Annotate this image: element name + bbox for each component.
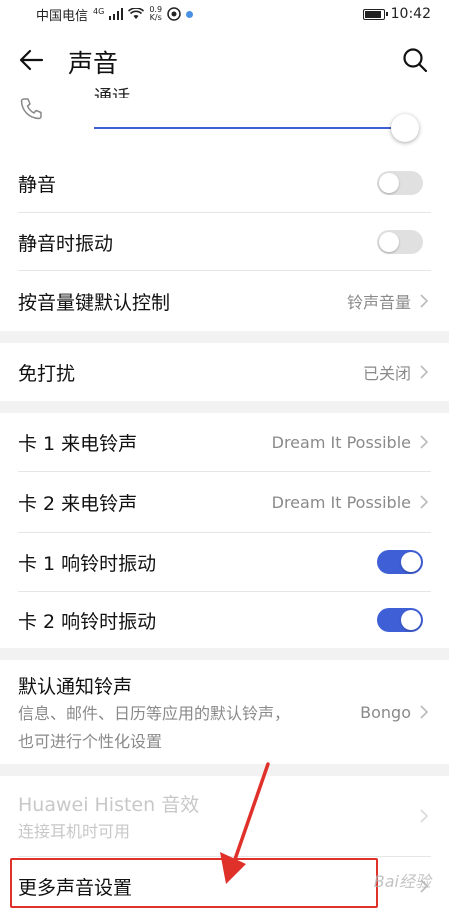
network-speed: 0.9 K/s	[149, 6, 162, 22]
toggle-knob	[401, 552, 421, 572]
notification-ringtone-desc-2: 也可进行个性化设置	[18, 732, 163, 751]
section-gap	[0, 401, 449, 413]
signal-icon	[109, 8, 124, 20]
network-type: 4G	[93, 6, 105, 16]
section-gap	[0, 331, 449, 343]
sim2-ringtone-label: 卡 2 来电铃声	[18, 492, 138, 515]
sim2-ringtone-value: Dream It Possible	[271, 492, 411, 512]
phone-icon	[20, 98, 42, 120]
call-volume-thumb[interactable]	[390, 114, 419, 142]
battery-fill	[364, 10, 381, 18]
toggle-knob	[379, 173, 399, 193]
status-left: 中国电信 4G 0.9 K/s	[36, 5, 194, 24]
back-button[interactable]	[16, 44, 48, 76]
chevron-right-icon	[420, 495, 429, 509]
vibrate-when-silent-toggle[interactable]	[377, 230, 423, 254]
app-header: 声音	[0, 30, 449, 90]
call-volume-row: 通话	[0, 87, 449, 152]
sim2-ringtone-row[interactable]: 卡 2 来电铃声 Dream It Possible	[0, 472, 449, 532]
speed-unit: K/s	[149, 13, 162, 22]
section-gap	[0, 764, 449, 776]
do-not-disturb-row[interactable]: 免打扰 已关闭	[0, 343, 449, 401]
sim1-vibrate-label: 卡 1 响铃时振动	[18, 552, 157, 575]
blue-dot-icon	[186, 10, 194, 18]
carrier-name: 中国电信	[36, 8, 89, 24]
volume-key-value: 铃声音量	[346, 293, 411, 312]
volume-key-row[interactable]: 按音量键默认控制 铃声音量	[0, 271, 449, 331]
sim2-vibrate-label: 卡 2 响铃时振动	[18, 610, 157, 633]
do-not-disturb-label: 免打扰	[18, 362, 76, 385]
do-not-disturb-value: 已关闭	[362, 364, 411, 383]
sim1-vibrate-toggle[interactable]	[377, 550, 423, 574]
mute-label: 静音	[18, 173, 57, 196]
chevron-right-icon	[420, 365, 429, 379]
sim1-vibrate-row[interactable]: 卡 1 响铃时振动	[0, 533, 449, 591]
chevron-right-icon	[420, 809, 429, 823]
sim1-ringtone-row[interactable]: 卡 1 来电铃声 Dream It Possible	[0, 413, 449, 471]
notification-ringtone-label: 默认通知铃声	[18, 676, 133, 698]
toggle-knob	[379, 232, 399, 252]
notification-ringtone-desc-1: 信息、邮件、日历等应用的默认铃声，	[18, 704, 291, 723]
app-notification-icon	[167, 7, 181, 21]
histen-effects-label: Huawei Histen 音效	[18, 794, 200, 816]
search-button[interactable]	[399, 44, 431, 76]
call-volume-label: 通话	[94, 87, 130, 98]
call-volume-fill	[94, 127, 405, 129]
chevron-right-icon	[420, 294, 429, 308]
battery-icon	[362, 8, 388, 20]
histen-effects-desc: 连接耳机时可用	[18, 822, 131, 841]
chevron-right-icon	[420, 435, 429, 449]
notification-ringtone-value: Bongo	[360, 702, 411, 722]
volume-key-label: 按音量键默认控制	[18, 291, 171, 314]
histen-effects-row: Huawei Histen 音效 连接耳机时可用	[0, 776, 449, 856]
sim1-ringtone-label: 卡 1 来电铃声	[18, 432, 138, 455]
section-gap	[0, 648, 449, 660]
clock: 10:42	[390, 6, 431, 22]
vibrate-when-silent-label: 静音时振动	[18, 232, 114, 255]
sim2-vibrate-row[interactable]: 卡 2 响铃时振动	[0, 592, 449, 648]
sim1-ringtone-value: Dream It Possible	[271, 432, 411, 452]
status-right: 10:42	[362, 6, 431, 22]
arrow-left-icon	[19, 49, 44, 71]
sound-settings-screen: 中国电信 4G 0.9 K/s 10:42 声音 通话 静音 静音时振动 按音量…	[0, 0, 449, 915]
mute-toggle[interactable]	[377, 171, 423, 195]
page-title: 声音	[68, 49, 119, 78]
notification-ringtone-row[interactable]: 默认通知铃声 信息、邮件、日历等应用的默认铃声， 也可进行个性化设置 Bongo	[0, 660, 449, 764]
vibrate-when-silent-row[interactable]: 静音时振动	[0, 213, 449, 271]
toggle-knob	[401, 610, 421, 630]
search-icon	[403, 48, 428, 73]
sim2-vibrate-toggle[interactable]	[377, 608, 423, 632]
watermark: Bai经验	[373, 872, 431, 891]
chevron-right-icon	[420, 705, 429, 719]
call-volume-slider[interactable]	[94, 114, 419, 142]
status-bar: 中国电信 4G 0.9 K/s 10:42	[0, 0, 449, 28]
mute-row[interactable]: 静音	[0, 153, 449, 213]
more-sound-settings-label: 更多声音设置	[18, 876, 133, 899]
wifi-icon	[128, 8, 145, 19]
